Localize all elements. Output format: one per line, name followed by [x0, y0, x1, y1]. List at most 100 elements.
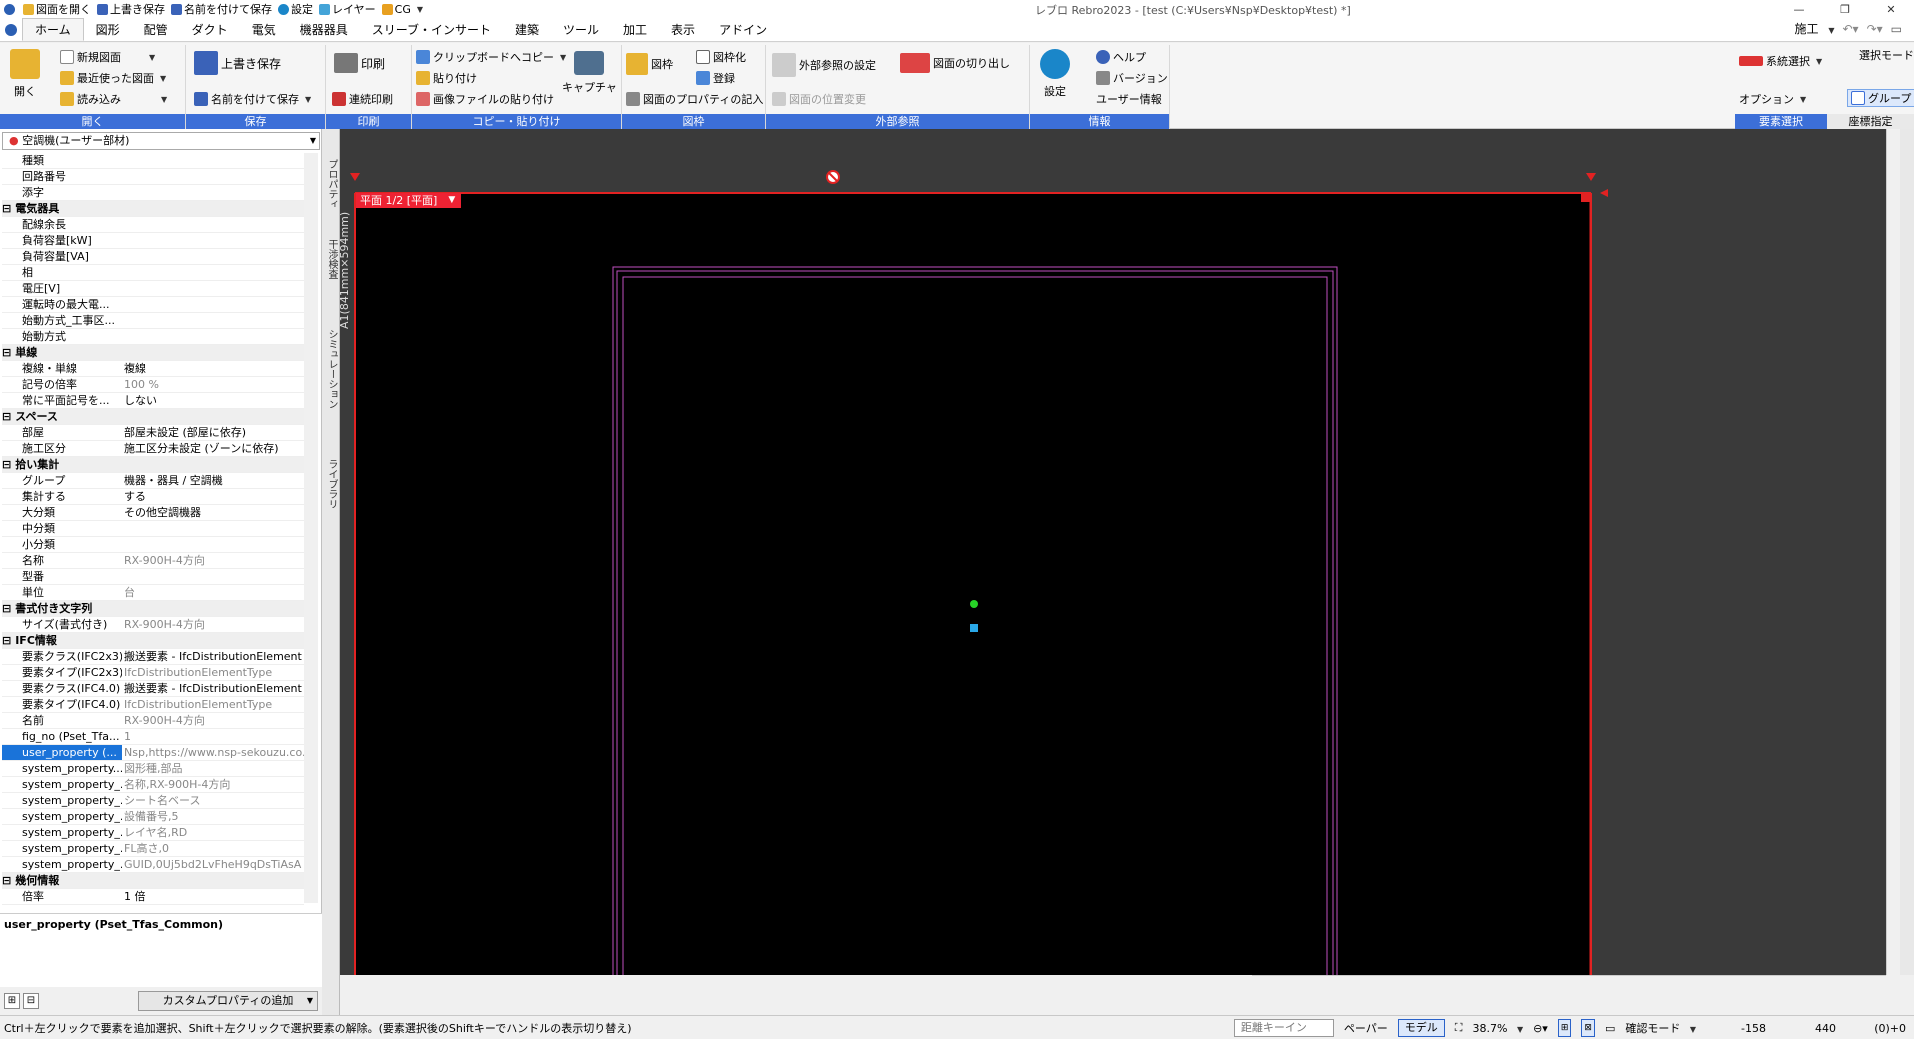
property-scrollbar[interactable]: [304, 153, 318, 903]
property-category[interactable]: ⊟ 電気器具: [2, 201, 304, 217]
capture-button[interactable]: キャプチャ: [562, 51, 617, 95]
property-row[interactable]: 中分類: [2, 521, 304, 537]
grid-toggle-icon[interactable]: ⊠: [1581, 1019, 1595, 1037]
property-value[interactable]: 図形種,部品: [122, 761, 304, 776]
property-row[interactable]: 要素タイプ(IFC4.0) IfcDistributionElementType: [2, 697, 304, 713]
property-row[interactable]: 名称 RX-900H-4方向: [2, 553, 304, 569]
group-button[interactable]: グループ: [1847, 89, 1914, 107]
qa-layer-button[interactable]: レイヤー: [319, 0, 382, 18]
property-value[interactable]: [122, 313, 304, 328]
property-row[interactable]: サイズ(書式付き) RX-900H-4方向: [2, 617, 304, 633]
user-info-button[interactable]: ユーザー情報: [1096, 91, 1162, 107]
property-row[interactable]: 負荷容量[kW]: [2, 233, 304, 249]
property-row[interactable]: 添字: [2, 185, 304, 201]
property-row[interactable]: 始動方式_工事区...: [2, 313, 304, 329]
zoom-level[interactable]: 38.7% ▼: [1472, 1022, 1523, 1035]
property-row[interactable]: 要素タイプ(IFC2x3) IfcDistributionElementType: [2, 665, 304, 681]
paste-button[interactable]: 貼り付け: [416, 70, 477, 86]
external-ref-settings-button[interactable]: 外部参照の設定: [772, 53, 876, 77]
property-row[interactable]: fig_no (Pset_Tfa... 1: [2, 729, 304, 745]
tab-tools[interactable]: ツール: [551, 19, 611, 41]
property-category[interactable]: ⊟ 単線: [2, 345, 304, 361]
tab-building[interactable]: 建築: [503, 19, 551, 41]
collapse-all-button[interactable]: ⊟: [23, 993, 39, 1009]
save-as-button[interactable]: 名前を付けて保存 ▼: [194, 91, 311, 107]
mode-select[interactable]: 施工 ▼: [1795, 20, 1835, 37]
property-value[interactable]: [122, 249, 304, 264]
property-row[interactable]: 部屋 部屋未設定 (部屋に依存): [2, 425, 304, 441]
property-row[interactable]: 要素クラス(IFC2x3) 搬送要素 - IfcDistributionEleme…: [2, 649, 304, 665]
qa-save-button[interactable]: 上書き保存: [97, 0, 171, 18]
option-button[interactable]: オプション ▼: [1739, 91, 1806, 107]
qa-open-button[interactable]: 図面を開く: [23, 0, 97, 18]
property-row[interactable]: 電圧[V]: [2, 281, 304, 297]
property-row[interactable]: 種類: [2, 153, 304, 169]
property-value[interactable]: [122, 185, 304, 200]
property-value[interactable]: [122, 265, 304, 280]
paper-mode-button[interactable]: ペーパー: [1344, 1020, 1388, 1036]
property-value[interactable]: 設備番号,5: [122, 809, 304, 824]
property-value[interactable]: [122, 153, 304, 168]
property-value[interactable]: シート名ベース: [122, 793, 304, 808]
property-value[interactable]: FL高さ,0: [122, 841, 304, 856]
model-mode-button[interactable]: モデル: [1397, 1019, 1445, 1037]
property-value[interactable]: IfcDistributionElementType: [122, 665, 304, 680]
redo-icon[interactable]: ↷▾: [1867, 22, 1883, 36]
property-row[interactable]: system_property_... GUID,0Uj5bd2LvFheH9qD…: [2, 857, 304, 873]
settings-button[interactable]: 設定: [1040, 49, 1070, 99]
property-value[interactable]: する: [122, 489, 304, 504]
property-row[interactable]: 運転時の最大電...: [2, 297, 304, 313]
overwrite-save-button[interactable]: 上書き保存: [194, 51, 281, 75]
collapse-icon[interactable]: ⊟: [2, 345, 11, 360]
property-value[interactable]: 台: [122, 585, 304, 600]
property-value[interactable]: RX-900H-4方向: [122, 553, 304, 568]
new-drawing-button[interactable]: 新規図面 ▼: [60, 49, 155, 65]
collapse-icon[interactable]: ⊟: [2, 873, 11, 888]
property-row[interactable]: system_property... 図形種,部品: [2, 761, 304, 777]
add-custom-property-button[interactable]: カスタムプロパティの追加 ▼: [138, 991, 318, 1011]
tab-electric[interactable]: 電気: [240, 19, 288, 41]
undo-icon[interactable]: ↶▾: [1843, 22, 1859, 36]
property-category[interactable]: ⊟ 書式付き文字列: [2, 601, 304, 617]
qa-save-as-button[interactable]: 名前を付けて保存: [171, 0, 278, 18]
property-row[interactable]: 複線・単線 複線: [2, 361, 304, 377]
property-row[interactable]: 記号の倍率 100 %: [2, 377, 304, 393]
tab-equipment[interactable]: 機器器具: [288, 19, 360, 41]
property-row[interactable]: system_property_... レイヤ名,RD: [2, 825, 304, 841]
qa-cg-button[interactable]: CG ▼: [381, 0, 429, 18]
paste-image-button[interactable]: 画像ファイルの貼り付け: [416, 91, 554, 107]
side-tab-properties[interactable]: プロパティ: [324, 159, 339, 209]
property-row[interactable]: 配線余長: [2, 217, 304, 233]
property-row[interactable]: 相: [2, 265, 304, 281]
tab-pipe[interactable]: 配管: [132, 19, 180, 41]
property-value[interactable]: IfcDistributionElementType: [122, 697, 304, 712]
frame-button[interactable]: 図枠: [626, 53, 673, 75]
property-value[interactable]: 部屋未設定 (部屋に依存): [122, 425, 304, 440]
print-button[interactable]: 印刷: [334, 53, 385, 73]
expand-all-button[interactable]: ⊞: [4, 993, 20, 1009]
property-row[interactable]: 大分類 その他空調機器: [2, 505, 304, 521]
close-button[interactable]: ✕: [1868, 0, 1914, 18]
app-icon[interactable]: [0, 0, 23, 18]
property-value[interactable]: [122, 521, 304, 536]
property-value[interactable]: 複線: [122, 361, 304, 376]
property-row[interactable]: system_property_... シート名ベース: [2, 793, 304, 809]
property-row[interactable]: system_property_... 設備番号,5: [2, 809, 304, 825]
property-row[interactable]: 始動方式: [2, 329, 304, 345]
snap-toggle-icon[interactable]: ⊞: [1557, 1019, 1572, 1037]
help-button[interactable]: ヘルプ: [1096, 49, 1146, 65]
property-value[interactable]: レイヤ名,RD: [122, 825, 304, 840]
horizontal-scrollbar[interactable]: [1252, 975, 1886, 991]
property-value[interactable]: [122, 169, 304, 184]
property-category[interactable]: ⊟ スペース: [2, 409, 304, 425]
vertical-scrollbar[interactable]: [1886, 129, 1900, 975]
sheet-tab[interactable]: 平面 1/2 [平面] ▼: [356, 193, 462, 208]
property-value[interactable]: [122, 281, 304, 296]
property-value[interactable]: [122, 537, 304, 552]
monitor-icon[interactable]: ▭: [1605, 1022, 1615, 1035]
property-row[interactable]: system_property_... FL高さ,0: [2, 841, 304, 857]
tab-processing[interactable]: 加工: [611, 19, 659, 41]
property-value[interactable]: GUID,0Uj5bd2LvFheH9qDsTiAsA: [122, 857, 304, 872]
minimize-button[interactable]: —: [1776, 0, 1822, 18]
property-row[interactable]: グループ 機器・器具 / 空調機: [2, 473, 304, 489]
